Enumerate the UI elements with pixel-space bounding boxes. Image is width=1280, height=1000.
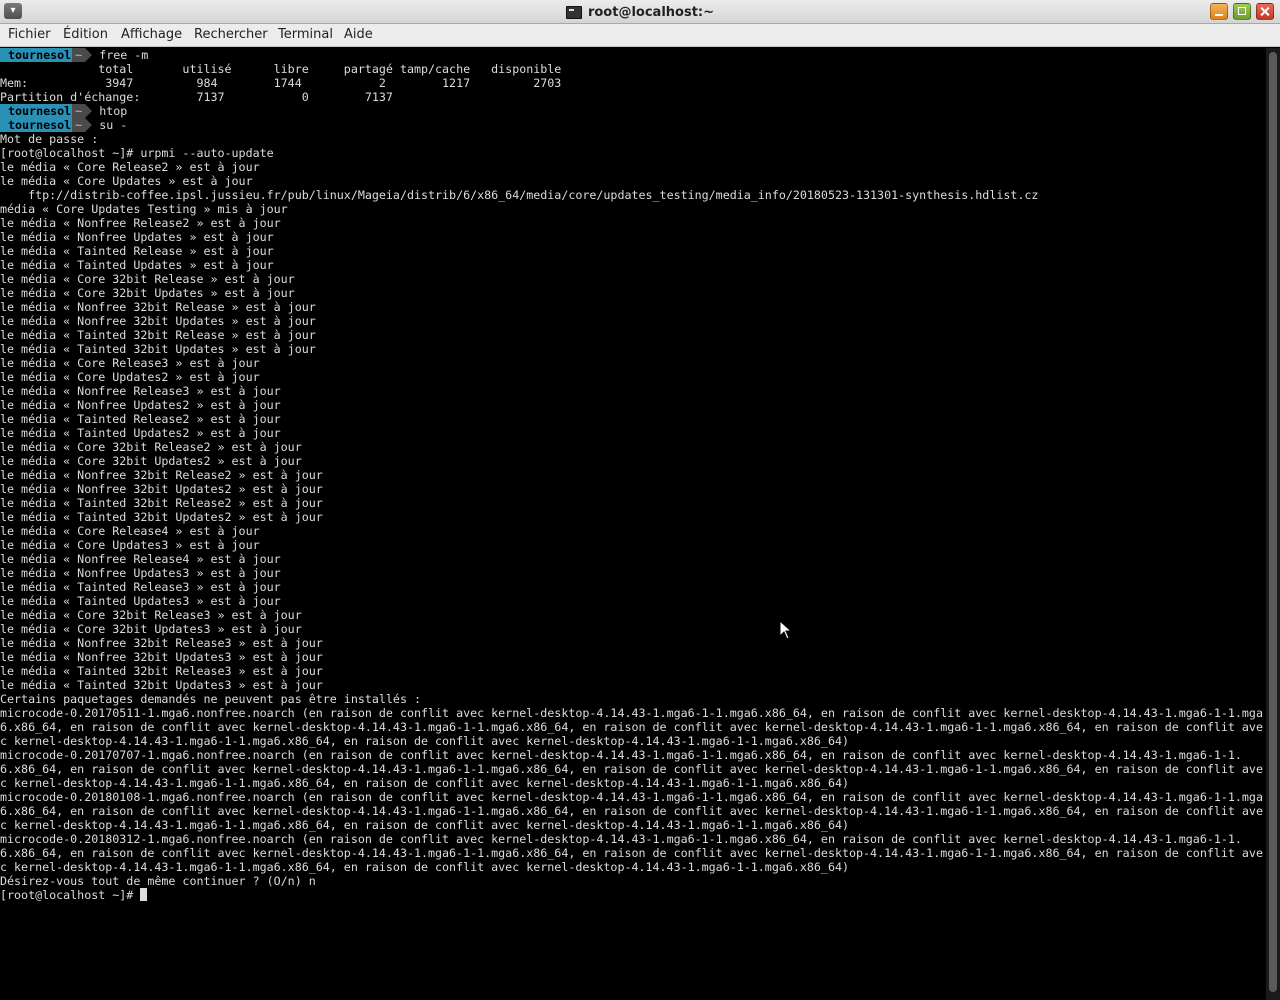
output-line: total utilisé libre partagé tamp/cache d… — [0, 62, 562, 76]
output-line: Mem: 3947 984 1744 2 1217 2703 — [0, 76, 562, 90]
menu-affichage[interactable]: Affichage — [121, 27, 182, 42]
text-cursor — [140, 888, 148, 901]
output-line: le média « Tainted Release2 » est à jour — [0, 412, 281, 426]
terminal-icon — [565, 5, 582, 19]
output-line: le média « Tainted Updates3 » est à jour — [0, 594, 281, 608]
output-line: microcode-0.20180312-1.mga6.nonfree.noar… — [0, 832, 1242, 846]
output-line: le média « Tainted Release » est à jour — [0, 244, 274, 258]
output-line: le média « Nonfree 32bit Release » est à… — [0, 300, 316, 314]
output-line: le média « Core 32bit Updates2 » est à j… — [0, 454, 302, 468]
command-text: su - — [92, 118, 128, 132]
root-prompt: [root@localhost ~]# — [0, 888, 141, 902]
output-line: le média « Core Release4 » est à jour — [0, 524, 260, 538]
output-line: 6.x86_64, en raison de conflit avec kern… — [0, 720, 1263, 734]
terminal-output[interactable]: tournesol ~ free -m total utilisé libre p… — [0, 48, 1266, 1000]
output-line: le média « Tainted 32bit Release3 » est … — [0, 664, 323, 678]
output-line: microcode-0.20170511-1.mga6.nonfree.noar… — [0, 706, 1263, 720]
output-line: média « Core Updates Testing » mis à jou… — [0, 202, 288, 216]
output-line: le média « Core Updates3 » est à jour — [0, 538, 260, 552]
menu-fichier[interactable]: Fichier — [8, 27, 51, 42]
output-line: le média « Core Release2 » est à jour — [0, 160, 260, 174]
output-line: microcode-0.20170707-1.mga6.nonfree.noar… — [0, 748, 1242, 762]
active-prompt-line: [root@localhost ~]# — [0, 888, 1266, 902]
window-title: root@localhost:~ — [587, 4, 715, 20]
output-line: le média « Core Updates » est à jour — [0, 174, 253, 188]
prompt-line: tournesol ~ htop — [0, 104, 1266, 118]
command-text: htop — [92, 104, 128, 118]
prompt-dir: ~ — [72, 118, 86, 132]
output-line: le média « Core 32bit Updates » est à jo… — [0, 286, 295, 300]
output-line: le média « Tainted 32bit Updates » est à… — [0, 342, 316, 356]
minimize-button[interactable] — [1210, 3, 1228, 20]
menu-aide[interactable]: Aide — [344, 27, 373, 42]
output-line: le média « Tainted Updates » est à jour — [0, 258, 274, 272]
menu-bar: Fichier Édition Affichage Rechercher Ter… — [0, 24, 1280, 47]
prompt-user: tournesol — [0, 104, 73, 118]
output-line: le média « Nonfree 32bit Updates2 » est … — [0, 482, 323, 496]
close-button[interactable] — [1256, 3, 1274, 20]
output-line: le média « Nonfree 32bit Release3 » est … — [0, 636, 323, 650]
output-line: Désirez-vous tout de même continuer ? (O… — [0, 874, 316, 888]
output-line: le média « Core Updates2 » est à jour — [0, 370, 260, 384]
output-line: Mot de passe : — [0, 132, 99, 146]
output-line: le média « Core 32bit Release2 » est à j… — [0, 440, 302, 454]
output-line: le média « Core 32bit Release » est à jo… — [0, 272, 295, 286]
menu-terminal[interactable]: Terminal — [278, 27, 333, 42]
output-line: Partition d'échange: 7137 0 7137 — [0, 90, 393, 104]
output-line: le média « Core 32bit Release3 » est à j… — [0, 608, 302, 622]
menu-rechercher[interactable]: Rechercher — [194, 27, 268, 42]
output-line: le média « Nonfree 32bit Updates3 » est … — [0, 650, 323, 664]
output-line: Certains paquetages demandés ne peuvent … — [0, 692, 421, 706]
prompt-user: tournesol — [0, 118, 73, 132]
prompt-user: tournesol — [0, 48, 73, 62]
prompt-dir: ~ — [72, 48, 86, 62]
mouse-pointer-icon — [779, 620, 793, 640]
prompt-line: tournesol ~ su - — [0, 118, 1266, 132]
output-line: le média « Tainted 32bit Updates3 » est … — [0, 678, 323, 692]
output-line: le média « Nonfree Release3 » est à jour — [0, 384, 281, 398]
output-line: le média « Tainted 32bit Release2 » est … — [0, 496, 323, 510]
output-line: [root@localhost ~]# urpmi --auto-update — [0, 146, 274, 160]
menu-edition[interactable]: Édition — [63, 27, 108, 42]
title-area: root@localhost:~ — [0, 0, 1280, 24]
output-line: le média « Core 32bit Updates3 » est à j… — [0, 622, 302, 636]
output-line: le média « Nonfree 32bit Release2 » est … — [0, 468, 323, 482]
output-line: ftp://distrib-coffee.ipsl.jussieu.fr/pub… — [0, 188, 1039, 202]
output-line: le média « Nonfree Updates » est à jour — [0, 230, 274, 244]
output-line: le média « Tainted 32bit Release » est à… — [0, 328, 316, 342]
command-text: free -m — [92, 48, 149, 62]
maximize-button[interactable] — [1233, 3, 1251, 20]
output-line: c kernel-desktop-4.14.43-1.mga6-1-1.mga6… — [0, 734, 849, 748]
output-line: 6.x86_64, en raison de conflit avec kern… — [0, 804, 1263, 818]
output-line: le média « Nonfree Release4 » est à jour — [0, 552, 281, 566]
output-line: microcode-0.20180108-1.mga6.nonfree.noar… — [0, 790, 1263, 804]
output-line: le média « Nonfree 32bit Updates » est à… — [0, 314, 316, 328]
output-line: c kernel-desktop-4.14.43-1.mga6-1-1.mga6… — [0, 818, 849, 832]
output-line: 6.x86_64, en raison de conflit avec kern… — [0, 762, 1263, 776]
output-line: le média « Nonfree Updates3 » est à jour — [0, 566, 281, 580]
output-line: c kernel-desktop-4.14.43-1.mga6-1-1.mga6… — [0, 860, 849, 874]
output-line: le média « Nonfree Updates2 » est à jour — [0, 398, 281, 412]
scrollbar-thumb[interactable] — [1269, 52, 1277, 992]
output-line: le média « Tainted Updates2 » est à jour — [0, 426, 281, 440]
output-line: le média « Tainted Release3 » est à jour — [0, 580, 281, 594]
vertical-scrollbar[interactable] — [1266, 48, 1280, 1000]
prompt-dir: ~ — [72, 104, 86, 118]
prompt-line: tournesol ~ free -m — [0, 48, 1266, 62]
output-line: le média « Tainted 32bit Updates2 » est … — [0, 510, 323, 524]
output-line: c kernel-desktop-4.14.43-1.mga6-1-1.mga6… — [0, 776, 849, 790]
output-line: le média « Nonfree Release2 » est à jour — [0, 216, 281, 230]
title-bar[interactable]: ▾ root@localhost:~ — [0, 0, 1280, 24]
output-line: 6.x86_64, en raison de conflit avec kern… — [0, 846, 1263, 860]
output-line: le média « Core Release3 » est à jour — [0, 356, 260, 370]
